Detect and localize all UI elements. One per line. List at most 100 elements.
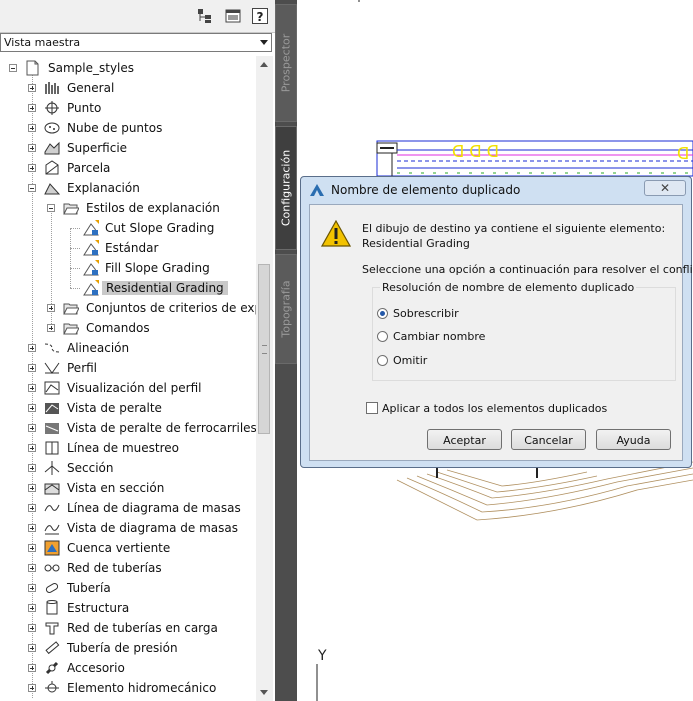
mass-haul-line-icon xyxy=(44,500,60,516)
close-button[interactable]: ✕ xyxy=(644,180,686,196)
collapse-icon[interactable] xyxy=(47,204,55,212)
tree-scrollbar[interactable] xyxy=(256,56,273,701)
tree-item-linea-de-muestreo[interactable]: Línea de muestreo xyxy=(0,438,256,458)
expand-icon[interactable] xyxy=(28,464,36,472)
expand-icon[interactable] xyxy=(28,584,36,592)
view-selector-dropdown[interactable]: Vista maestra xyxy=(0,33,272,52)
toolspace-panel: ? Vista maestra Sample_styles General Punt… xyxy=(0,0,275,701)
tree-item-superficie[interactable]: Superficie xyxy=(0,138,256,158)
apply-all-checkbox[interactable] xyxy=(366,402,378,414)
tree-item-residential-grading[interactable]: Residential Grading xyxy=(0,278,256,298)
expand-icon[interactable] xyxy=(28,564,36,572)
tree-item-label: Parcela xyxy=(67,161,111,175)
expand-icon[interactable] xyxy=(28,404,36,412)
radio-cambiar-nombre[interactable] xyxy=(377,331,388,342)
tree-item-alineacion[interactable]: Alineación xyxy=(0,338,256,358)
tree-item-cut-slope-grading[interactable]: Cut Slope Grading xyxy=(0,218,256,238)
tree-item-accesorio[interactable]: Accesorio xyxy=(0,658,256,678)
accept-button[interactable]: Aceptar xyxy=(427,429,502,450)
expand-icon[interactable] xyxy=(28,664,36,672)
tree-item-label: Estilos de explanación xyxy=(86,201,220,215)
expand-icon[interactable] xyxy=(28,444,36,452)
tree-item-seccion[interactable]: Sección xyxy=(0,458,256,478)
chevron-down-icon[interactable] xyxy=(260,40,268,45)
expand-icon[interactable] xyxy=(28,504,36,512)
superelevation-view-icon xyxy=(44,400,60,416)
expand-icon[interactable] xyxy=(28,144,36,152)
tree-item-estructura[interactable]: Estructura xyxy=(0,598,256,618)
tree-item-general[interactable]: General xyxy=(0,78,256,98)
tab-prospector[interactable]: Prospector xyxy=(275,4,297,122)
expand-icon[interactable] xyxy=(28,344,36,352)
expand-icon[interactable] xyxy=(47,304,55,312)
tree-item-vista-en-seccion[interactable]: Vista en sección xyxy=(0,478,256,498)
option-omitir-label: Omitir xyxy=(393,354,428,367)
tree-item-estilos-de-explanacion[interactable]: Estilos de explanación xyxy=(0,198,256,218)
tree-item-conjuntos-de-criterios-de-expl[interactable]: Conjuntos de criterios de expl... xyxy=(0,298,256,318)
tree-item-vista-de-peralte-de-ferrocarriles[interactable]: Vista de peralte de ferrocarriles xyxy=(0,418,256,438)
scrollbar-thumb[interactable] xyxy=(258,264,270,434)
expand-icon[interactable] xyxy=(28,544,36,552)
expand-icon[interactable] xyxy=(28,364,36,372)
expand-icon[interactable] xyxy=(28,424,36,432)
tree-item-cuenca-vertiente[interactable]: Cuenca vertiente xyxy=(0,538,256,558)
grading-style-icon xyxy=(83,240,99,256)
panel-icon[interactable] xyxy=(225,8,241,24)
tree-item-elemento-hidromecanico[interactable]: Elemento hidromecánico xyxy=(0,678,256,698)
svg-text:ᗡ: ᗡ xyxy=(677,144,689,163)
tree-item-fill-slope-grading[interactable]: Fill Slope Grading xyxy=(0,258,256,278)
tree-item-sample-styles[interactable]: Sample_styles xyxy=(0,58,256,78)
expand-icon[interactable] xyxy=(28,624,36,632)
tree-item-parcela[interactable]: Parcela xyxy=(0,158,256,178)
tree-item-explanacion[interactable]: Explanación xyxy=(0,178,256,198)
cancel-button[interactable]: Cancelar xyxy=(511,429,586,450)
help-button[interactable]: Ayuda xyxy=(596,429,671,450)
tree-item-perfil[interactable]: Perfil xyxy=(0,358,256,378)
tree-item-label: Cuenca vertiente xyxy=(67,541,171,555)
scroll-down-arrow-icon[interactable] xyxy=(260,690,268,695)
expand-icon[interactable] xyxy=(28,164,36,172)
expand-icon[interactable] xyxy=(28,684,36,692)
expand-icon[interactable] xyxy=(28,384,36,392)
expand-icon[interactable] xyxy=(28,524,36,532)
expand-icon[interactable] xyxy=(28,604,36,612)
expand-icon[interactable] xyxy=(28,104,36,112)
tree-item-label: Perfil xyxy=(67,361,98,375)
grading-style-icon xyxy=(83,220,99,236)
tab-configuracion[interactable]: Configuración xyxy=(275,126,297,250)
tree-item-label: Fill Slope Grading xyxy=(105,261,210,275)
expand-icon[interactable] xyxy=(28,644,36,652)
tree-item-label: Red de tuberías en carga xyxy=(67,621,218,635)
tree-view-icon[interactable] xyxy=(197,8,213,24)
tree-connector-line xyxy=(70,248,80,249)
tree-item-estandar[interactable]: Estándar xyxy=(0,238,256,258)
settings-tree: Sample_styles General Punto Nube de puntos S… xyxy=(0,56,256,701)
collapse-icon[interactable] xyxy=(28,184,36,192)
expand-icon[interactable] xyxy=(28,484,36,492)
tree-item-red-de-tuberias-en-carga[interactable]: Red de tuberías en carga xyxy=(0,618,256,638)
expand-icon[interactable] xyxy=(28,124,36,132)
expand-icon[interactable] xyxy=(28,84,36,92)
tree-item-vista-de-diagrama-de-masas[interactable]: Vista de diagrama de masas xyxy=(0,518,256,538)
section-view-icon xyxy=(44,480,60,496)
radio-sobrescribir[interactable] xyxy=(377,308,388,319)
tree-item-red-de-tuberias[interactable]: Red de tuberías xyxy=(0,558,256,578)
tree-item-visualizacion-del-perfil[interactable]: Visualización del perfil xyxy=(0,378,256,398)
cancel-button-label: Cancelar xyxy=(524,434,573,447)
tree-item-punto[interactable]: Punto xyxy=(0,98,256,118)
scroll-up-arrow-icon[interactable] xyxy=(260,62,268,67)
tree-item-linea-de-diagrama-de-masas[interactable]: Línea de diagrama de masas xyxy=(0,498,256,518)
tree-item-tuberia[interactable]: Tubería xyxy=(0,578,256,598)
tree-item-tuberia-de-presion[interactable]: Tubería de presión xyxy=(0,638,256,658)
tab-topografia[interactable]: Topografía xyxy=(275,254,297,364)
expand-icon[interactable] xyxy=(47,324,55,332)
tree-item-vista-de-peralte[interactable]: Vista de peralte xyxy=(0,398,256,418)
collapse-icon[interactable] xyxy=(9,64,17,72)
radio-omitir[interactable] xyxy=(377,355,388,366)
dialog-title-bar[interactable]: Nombre de elemento duplicado ✕ xyxy=(301,177,691,202)
help-icon[interactable]: ? xyxy=(252,8,268,24)
tree-item-comandos[interactable]: Comandos xyxy=(0,318,256,338)
tree-item-label: Explanación xyxy=(67,181,140,195)
tree-item-nube-de-puntos[interactable]: Nube de puntos xyxy=(0,118,256,138)
tree-connector-line xyxy=(70,288,80,289)
